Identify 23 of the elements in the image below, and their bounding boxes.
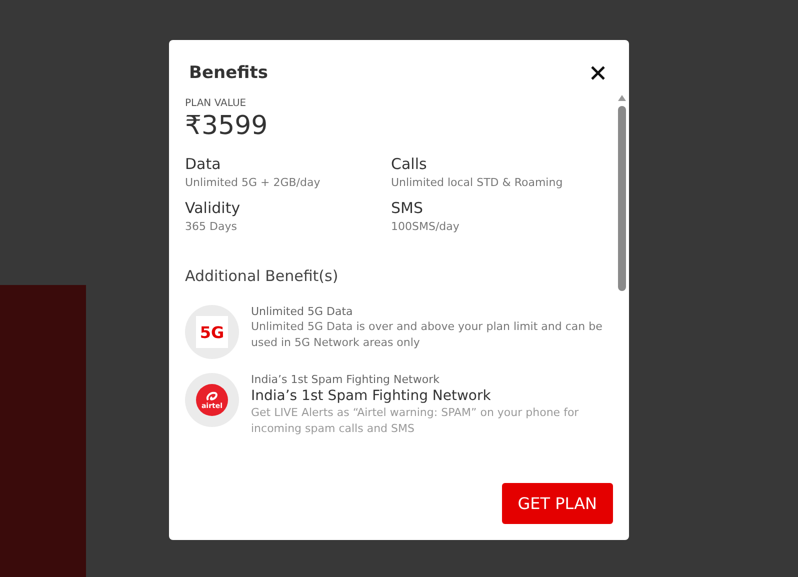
benefit-description: Unlimited 5G Data is over and above your plan limit and can be used in 5G Network areas only (251, 319, 604, 351)
get-plan-button[interactable]: GET PLAN (502, 483, 613, 524)
scrollbar-thumb[interactable] (618, 106, 626, 291)
detail-name: Calls (391, 155, 428, 173)
dialog-title: Benefits (189, 63, 268, 83)
section-title: Additional Benefit(s) (185, 267, 340, 285)
plan-price: ₹3599 (185, 111, 269, 141)
plan-value-label: PLAN VALUE (185, 98, 248, 109)
benefit-headline: India’s 1st Spam Fighting Network (251, 388, 492, 404)
swirl-icon (205, 390, 219, 402)
benefit-caption: India’s 1st Spam Fighting Network (251, 373, 440, 386)
detail-name: SMS (391, 199, 424, 217)
5g-badge: 5G (196, 316, 228, 348)
detail-name: Validity (185, 199, 242, 217)
scroll-up-icon (617, 94, 627, 102)
detail-value: Unlimited local STD & Roaming (391, 176, 564, 189)
detail-value: 365 Days (185, 220, 238, 233)
detail-value: Unlimited 5G + 2GB/day (185, 176, 322, 189)
detail-value: 100SMS/day (391, 220, 460, 233)
benefit-caption: Unlimited 5G Data (251, 305, 354, 318)
detail-name: Data (185, 155, 222, 173)
benefit-description: Get LIVE Alerts as “Airtel warning: SPAM” on your phone for incoming spam calls and SMS (251, 405, 580, 437)
close-icon (590, 65, 606, 81)
